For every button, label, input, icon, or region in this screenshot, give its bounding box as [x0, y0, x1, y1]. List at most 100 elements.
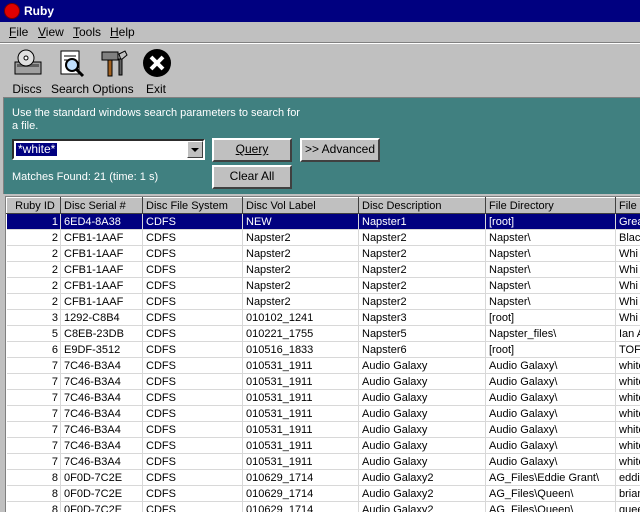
table-cell: white: [615, 421, 640, 438]
table-cell: 2: [6, 293, 61, 310]
table-cell: Audio Galaxy2: [358, 485, 486, 502]
clear-all-button[interactable]: Clear All: [212, 165, 292, 189]
table-cell: Napster2: [358, 293, 486, 310]
query-button[interactable]: Query: [212, 138, 292, 162]
search-button[interactable]: Search: [48, 46, 92, 96]
menu-help[interactable]: Help: [110, 25, 135, 39]
table-cell: 7C46-B3A4: [60, 389, 143, 406]
table-cell: Audio Galaxy: [358, 389, 486, 406]
column-header-disc-serial[interactable]: Disc Serial #: [60, 197, 143, 214]
menu-tools[interactable]: Tools: [73, 25, 101, 39]
discs-button[interactable]: Discs: [5, 46, 49, 96]
table-cell: 7C46-B3A4: [60, 405, 143, 422]
table-cell: Napster\: [485, 277, 616, 294]
table-row[interactable]: 2 CFB1-1AAF CDFS Napster2 Napster2 Napster\ Wh…: [6, 245, 640, 262]
table-row[interactable]: 3 1292-C8B4 CDFS 010102_1241 Napster3 [root] W…: [6, 309, 640, 326]
table-row[interactable]: 2 CFB1-1AAF CDFS Napster2 Napster2 Napster\ Wh…: [6, 261, 640, 278]
table-cell: 7: [6, 373, 61, 390]
table-row[interactable]: 2 CFB1-1AAF CDFS Napster2 Napster2 Napster\ Bl…: [6, 229, 640, 246]
table-row[interactable]: 8 0F0D-7C2E CDFS 010629_1714 Audio Galaxy2 AG…: [6, 469, 640, 486]
column-header-disc-vol-label[interactable]: Disc Vol Label: [242, 197, 359, 214]
table-row[interactable]: 8 0F0D-7C2E CDFS 010629_1714 Audio Galaxy2 AG…: [6, 501, 640, 512]
advanced-button[interactable]: >> Advanced: [300, 138, 380, 162]
table-cell: Napster1: [358, 213, 486, 230]
exit-button[interactable]: Exit: [134, 46, 178, 96]
table-cell: CFB1-1AAF: [60, 261, 143, 278]
table-row[interactable]: 16ED4-8A38CDFSNEWNapster1[root]Grea: [6, 213, 640, 230]
table-cell: Audio Galaxy\: [485, 373, 616, 390]
menu-file[interactable]: File: [9, 25, 28, 39]
table-cell: Napster\: [485, 229, 616, 246]
table-cell: 0F0D-7C2E: [60, 501, 143, 512]
title-bar: Ruby: [0, 0, 640, 22]
table-cell: CDFS: [142, 245, 243, 262]
search-hint: Use the standard windows search paramete…: [12, 107, 300, 132]
table-cell: Napster\: [485, 293, 616, 310]
app-icon[interactable]: [4, 3, 20, 19]
table-cell: 7: [6, 421, 61, 438]
table-cell: Audio Galaxy2: [358, 469, 486, 486]
search-input[interactable]: *white*: [12, 139, 205, 160]
table-cell: 1: [6, 213, 61, 230]
table-cell: 7: [6, 405, 61, 422]
close-icon: [143, 49, 171, 77]
menu-bar: File View Tools Help: [0, 22, 640, 43]
search-icon: [60, 50, 85, 78]
table-cell: Whi: [615, 293, 640, 310]
table-row[interactable]: 7 7C46-B3A4 CDFS 010531_1911 Audio Galaxy Aud…: [6, 437, 640, 454]
table-row[interactable]: 7 7C46-B3A4 CDFS 010531_1911 Audio Galaxy Aud…: [6, 453, 640, 470]
table-cell: Napster2: [358, 261, 486, 278]
results-grid[interactable]: Ruby ID Disc Serial # Disc File System D…: [5, 196, 640, 512]
column-header-file-name[interactable]: File N: [615, 197, 640, 214]
table-row[interactable]: 7 7C46-B3A4 CDFS 010531_1911 Audio Galaxy Aud…: [6, 357, 640, 374]
table-cell: white: [615, 437, 640, 454]
table-cell: Napster\: [485, 261, 616, 278]
table-row[interactable]: 7 7C46-B3A4 CDFS 010531_1911 Audio Galaxy Aud…: [6, 373, 640, 390]
table-cell: Napster2: [358, 229, 486, 246]
table-cell: Audio Galaxy: [358, 437, 486, 454]
table-cell: 010531_1911: [242, 421, 359, 438]
search-panel: Use the standard windows search paramete…: [3, 97, 640, 194]
table-cell: CFB1-1AAF: [60, 229, 143, 246]
table-header: Ruby ID Disc Serial # Disc File System D…: [6, 197, 640, 214]
table-cell: 2: [6, 245, 61, 262]
table-cell: 3: [6, 309, 61, 326]
table-row[interactable]: 8 0F0D-7C2E CDFS 010629_1714 Audio Galaxy2 AG…: [6, 485, 640, 502]
table-row[interactable]: 2 CFB1-1AAF CDFS Napster2 Napster2 Napster\ Wh…: [6, 277, 640, 294]
table-cell: 7C46-B3A4: [60, 437, 143, 454]
menu-view[interactable]: View: [38, 25, 64, 39]
table-cell: CDFS: [142, 453, 243, 470]
table-row[interactable]: 7 7C46-B3A4 CDFS 010531_1911 Audio Galaxy Aud…: [6, 405, 640, 422]
column-header-file-directory[interactable]: File Directory: [485, 197, 616, 214]
table-cell: Whi: [615, 245, 640, 262]
column-header-ruby-id[interactable]: Ruby ID: [6, 197, 61, 214]
table-cell: white: [615, 389, 640, 406]
table-row[interactable]: 7 7C46-B3A4 CDFS 010531_1911 Audio Galaxy Aud…: [6, 421, 640, 438]
options-button[interactable]: Options: [91, 46, 135, 96]
table-cell: Napster2: [242, 245, 359, 262]
table-cell: AG_Files\Queen\: [485, 485, 616, 502]
table-cell: Audio Galaxy2: [358, 501, 486, 512]
table-row[interactable]: 2 CFB1-1AAF CDFS Napster2 Napster2 Napster\ Wh…: [6, 293, 640, 310]
table-row[interactable]: 7 7C46-B3A4 CDFS 010531_1911 Audio Galaxy Aud…: [6, 389, 640, 406]
table-cell: CDFS: [142, 277, 243, 294]
table-cell: CFB1-1AAF: [60, 293, 143, 310]
column-header-disc-file-system[interactable]: Disc File System: [142, 197, 243, 214]
window-title: Ruby: [24, 4, 54, 18]
table-cell: white: [615, 453, 640, 470]
table-cell: Ian A: [615, 325, 640, 342]
table-cell: Whi: [615, 277, 640, 294]
column-header-disc-description[interactable]: Disc Description: [358, 197, 486, 214]
table-row[interactable]: 5 C8EB-23DB CDFS 010221_1755 Napster5 Napster…: [6, 325, 640, 342]
table-cell: 7C46-B3A4: [60, 453, 143, 470]
table-cell: CDFS: [142, 501, 243, 512]
table-cell: Audio Galaxy: [358, 453, 486, 470]
table-cell: Audio Galaxy: [358, 405, 486, 422]
table-cell: [root]: [485, 213, 616, 230]
table-cell: Audio Galaxy\: [485, 437, 616, 454]
chevron-down-icon[interactable]: [187, 141, 203, 158]
table-cell: 2: [6, 229, 61, 246]
table-cell: eddi: [615, 469, 640, 486]
table-row[interactable]: 6 E9DF-3512 CDFS 010516_1833 Napster6 [root] T…: [6, 341, 640, 358]
table-cell: 6: [6, 341, 61, 358]
